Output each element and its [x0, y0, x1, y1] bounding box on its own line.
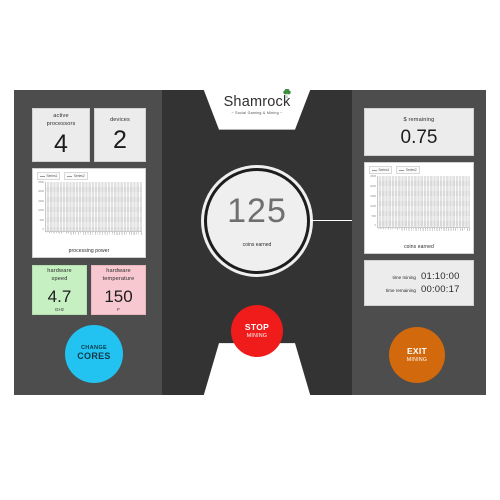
time-mining-row: time mining 01:10:00	[365, 271, 473, 282]
brand-tagline: ~ Social Gaming & Mining ~	[231, 111, 283, 115]
plot-grid	[45, 182, 142, 232]
exit-mining-button[interactable]: EXIT MINING	[389, 327, 445, 383]
dollars-remaining-label: $ remaining	[403, 116, 435, 123]
chart-legend: Series1 Series2	[368, 166, 470, 174]
x-tick: 39	[468, 228, 470, 231]
shamrock-icon	[283, 89, 292, 99]
legend-item: Series2	[64, 172, 88, 180]
time-mining-value: 01:10:00	[421, 271, 460, 282]
y-axis: 2500 2000 1500 1000 500 0	[368, 175, 377, 228]
legend-label: Series2	[405, 168, 417, 172]
stop-mining-button[interactable]: STOP MINING	[231, 305, 283, 357]
y-tick: 1500	[370, 194, 376, 198]
y-tick: 1000	[370, 204, 376, 208]
brand-name: Shamrock	[223, 89, 292, 110]
stop-mining-line2: MINING	[246, 332, 268, 339]
legend-item: Series1	[369, 166, 393, 174]
devices-value: 2	[113, 126, 127, 155]
chart-legend: Series1 Series2	[36, 172, 142, 180]
legend-dash-icon	[372, 169, 377, 171]
coins-earned-value: 125	[227, 192, 287, 230]
timers-tile: time mining 01:10:00 time remaining 00:0…	[364, 260, 474, 306]
legend-dash-icon	[40, 175, 45, 177]
exit-mining-line1: EXIT	[406, 345, 428, 356]
y-tick: 0	[42, 228, 44, 232]
coins-earned-label: coins earned	[242, 242, 272, 248]
stop-mining-line1: STOP	[244, 321, 270, 332]
x-tick: 39	[139, 232, 142, 235]
hardware-temperature-label: hardware temperature	[102, 268, 135, 282]
time-mining-label: time mining	[392, 275, 417, 280]
legend-dash-icon	[67, 175, 73, 177]
legend-item: Series2	[396, 166, 420, 174]
y-tick: 2500	[38, 181, 44, 184]
y-axis: 2500 2000 1500 1000 500 0	[36, 181, 45, 232]
hardware-speed-tile: hardware speed 4.7 GHz	[32, 265, 87, 315]
hardware-temperature-unit: F	[117, 306, 120, 312]
legend-label: Series1	[378, 168, 390, 172]
hardware-temperature-value: 150	[104, 286, 133, 306]
hardware-temperature-tile: hardware temperature 150 F	[91, 265, 146, 315]
chart-plot-area: 2500 2000 1500 1000 500 0	[36, 181, 142, 232]
legend-dash-icon	[399, 169, 405, 171]
change-cores-button[interactable]: CHANGE CORES	[65, 325, 123, 383]
brand-logo: Shamrock ~ Social Gaming & Mining ~	[162, 89, 352, 129]
left-panel: active processors 4 devices 2 Series1 Ser…	[14, 90, 162, 395]
change-cores-line2: CORES	[77, 351, 111, 362]
chart-caption: coins earned	[404, 244, 434, 250]
dollars-remaining-tile: $ remaining 0.75	[364, 108, 474, 156]
y-tick: 500	[39, 218, 44, 222]
x-axis: 0 1 2 3 4 5 6 7 8 9 10 11 12 13 14 15 16 17 18 19 20 21 22 23 24…	[45, 232, 142, 245]
right-panel: $ remaining 0.75 Series1 Series2 2500 20…	[352, 90, 486, 395]
y-tick: 2000	[38, 190, 44, 194]
active-processors-label: active processors	[46, 112, 76, 127]
legend-item: Series1	[37, 172, 61, 180]
y-tick: 0	[374, 224, 376, 228]
coins-earned-chart: Series1 Series2 2500 2000 1500 1000 500 …	[364, 162, 474, 254]
time-remaining-row: time remaining 00:00:17	[365, 284, 473, 295]
hardware-speed-unit: GHz	[54, 306, 65, 312]
time-remaining-label: time remaining	[385, 288, 416, 293]
legend-label: Series1	[46, 174, 58, 178]
y-tick: 2500	[370, 175, 376, 178]
y-tick: 500	[371, 214, 376, 218]
hardware-speed-value: 4.7	[47, 286, 72, 306]
devices-tile: devices 2	[94, 108, 146, 162]
devices-label: devices	[109, 116, 131, 123]
brand-name-text: Shamrock	[223, 94, 291, 110]
mining-dashboard: active processors 4 devices 2 Series1 Ser…	[14, 89, 486, 395]
chart-plot-area: 2500 2000 1500 1000 500 0	[368, 175, 470, 228]
y-tick: 1000	[38, 209, 44, 213]
coins-earned-dial: 125 coins earned	[204, 168, 310, 274]
x-axis: 0 1 2 3 4 5 6 7 8 9 10 11 12 13 14 15 16 17 18 19 20 21 22 23 24…	[377, 228, 470, 241]
chart-caption: processing power	[68, 248, 110, 254]
dollars-remaining-value: 0.75	[400, 127, 438, 149]
active-processors-tile: active processors 4	[32, 108, 90, 162]
active-processors-value: 4	[54, 130, 68, 159]
legend-label: Series2	[73, 174, 85, 178]
y-tick: 1500	[38, 199, 44, 203]
time-remaining-value: 00:00:17	[421, 284, 460, 295]
hardware-speed-label: hardware speed	[47, 268, 72, 282]
processing-power-chart: Series1 Series2 2500 2000 1500 1000 500 …	[32, 168, 146, 258]
exit-mining-line2: MINING	[406, 356, 428, 363]
y-tick: 2000	[370, 184, 376, 188]
plot-grid	[377, 176, 470, 228]
